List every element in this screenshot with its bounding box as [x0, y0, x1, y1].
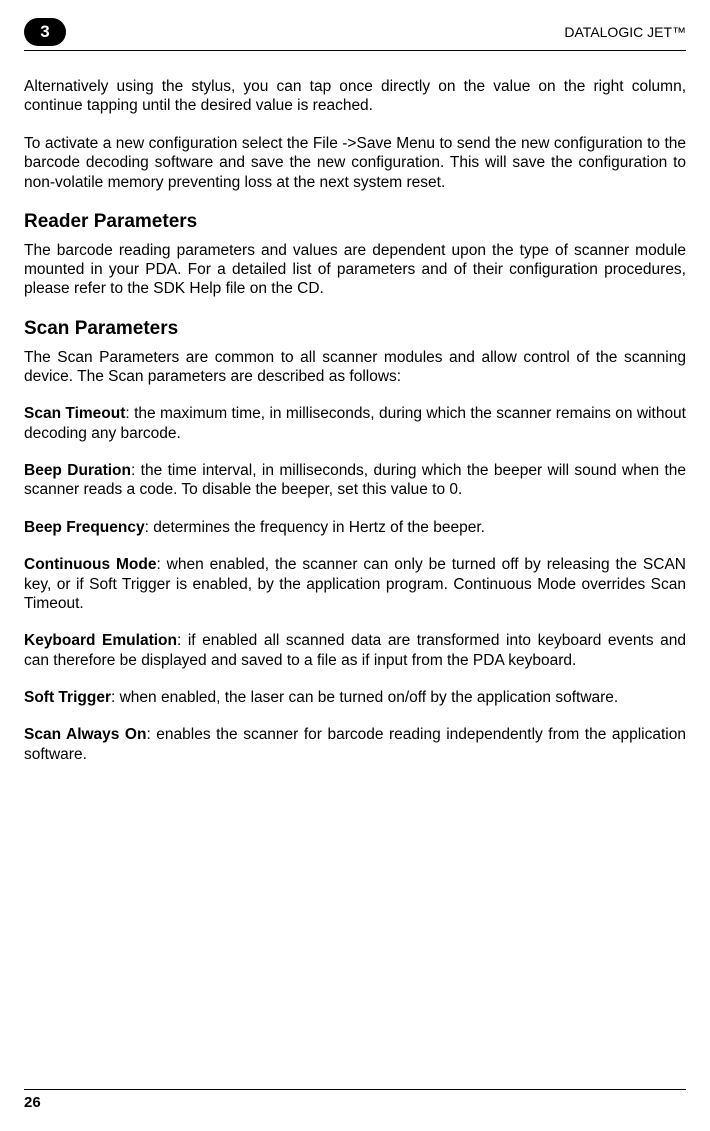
paragraph-soft-trigger: Soft Trigger: when enabled, the laser ca… — [24, 688, 686, 707]
paragraph-keyboard-emulation: Keyboard Emulation: if enabled all scann… — [24, 631, 686, 670]
paragraph-beep-duration: Beep Duration: the time interval, in mil… — [24, 461, 686, 500]
chapter-badge: 3 — [24, 18, 66, 46]
heading-reader-parameters: Reader Parameters — [24, 210, 686, 234]
paragraph-beep-frequency: Beep Frequency: determines the frequency… — [24, 518, 686, 537]
label-scan-timeout: Scan Timeout — [24, 405, 125, 422]
body-content: Alternatively using the stylus, you can … — [24, 77, 686, 764]
paragraph-activate-config: To activate a new configuration select t… — [24, 134, 686, 192]
page-header: 3 DATALOGIC JET™ — [24, 18, 686, 46]
heading-scan-parameters: Scan Parameters — [24, 317, 686, 341]
paragraph-continuous-mode: Continuous Mode: when enabled, the scann… — [24, 555, 686, 613]
footer-rule — [24, 1089, 686, 1090]
page-footer: 26 — [24, 1089, 686, 1111]
paragraph-scan-intro: The Scan Parameters are common to all sc… — [24, 348, 686, 387]
text-beep-frequency: : determines the frequency in Hertz of t… — [145, 519, 485, 536]
product-name: DATALOGIC JET™ — [564, 24, 686, 40]
header-rule — [24, 50, 686, 51]
page-number: 26 — [24, 1094, 686, 1111]
label-soft-trigger: Soft Trigger — [24, 689, 111, 706]
paragraph-scan-always-on: Scan Always On: enables the scanner for … — [24, 725, 686, 764]
paragraph-reader: The barcode reading parameters and value… — [24, 241, 686, 299]
paragraph-scan-timeout: Scan Timeout: the maximum time, in milli… — [24, 404, 686, 443]
label-beep-frequency: Beep Frequency — [24, 519, 145, 536]
chapter-number: 3 — [40, 22, 49, 42]
text-soft-trigger: : when enabled, the laser can be turned … — [111, 689, 618, 706]
label-beep-duration: Beep Duration — [24, 462, 131, 479]
paragraph-alt-stylus: Alternatively using the stylus, you can … — [24, 77, 686, 116]
label-scan-always-on: Scan Always On — [24, 726, 146, 743]
label-keyboard-emulation: Keyboard Emulation — [24, 632, 177, 649]
label-continuous-mode: Continuous Mode — [24, 556, 156, 573]
